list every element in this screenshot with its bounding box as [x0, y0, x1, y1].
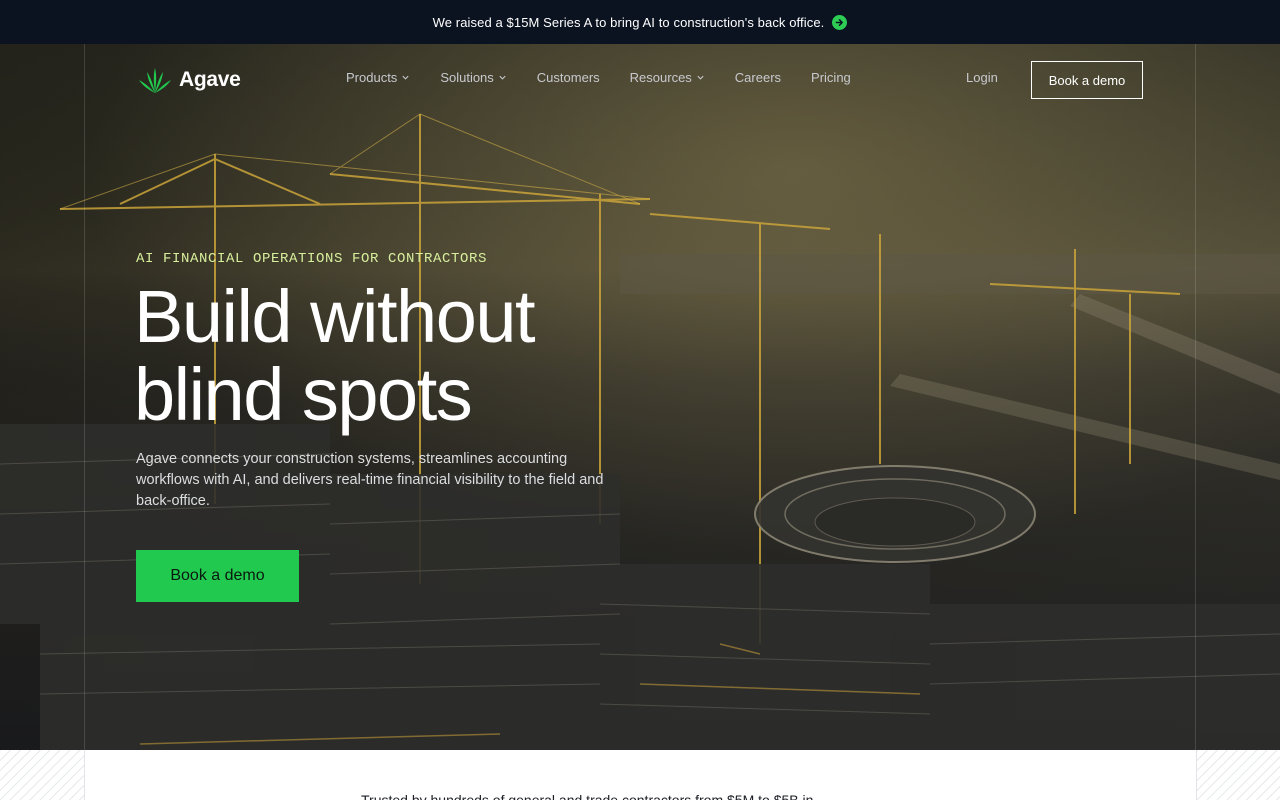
hero-subcopy: Agave connects your construction systems… — [136, 451, 604, 509]
nav-item-label: Careers — [734, 70, 782, 85]
headline-line-1: Build without — [134, 275, 536, 358]
announcement-bar[interactable]: We raised a $15M Series A to bring AI to… — [0, 0, 1280, 44]
chevron-down-icon — [499, 75, 506, 80]
guide-line-left — [84, 44, 85, 750]
agave-leaf-icon — [139, 68, 171, 93]
trusted-by-text: Trusted by hundreds of general and trade… — [361, 792, 814, 800]
nav-item-label: Resources — [629, 70, 692, 85]
hero-section: Agave Products Solutions Customers Resou… — [0, 44, 1280, 750]
guide-line-right — [1195, 44, 1196, 750]
login-link[interactable]: Login — [966, 70, 998, 85]
nav-item-label: Pricing — [811, 70, 851, 85]
chevron-down-icon — [697, 75, 704, 80]
nav-item-resources[interactable]: Resources — [630, 70, 705, 85]
nav-book-demo-button[interactable]: Book a demo — [1031, 61, 1143, 99]
trusted-section: Trusted by hundreds of general and trade… — [0, 750, 1280, 800]
nav-item-solutions[interactable]: Solutions — [440, 70, 506, 85]
hero-eyebrow: AI FINANCIAL OPERATIONS FOR CONTRACTORS — [136, 251, 488, 267]
nav-item-label: Products — [346, 70, 398, 85]
chevron-down-icon — [402, 75, 409, 80]
hatch-pattern-left — [0, 750, 85, 800]
hatch-pattern-right — [1196, 750, 1280, 800]
hero-book-demo-button[interactable]: Book a demo — [136, 550, 299, 602]
nav-item-pricing[interactable]: Pricing — [811, 70, 851, 85]
announcement-text[interactable]: We raised a $15M Series A to bring AI to… — [433, 15, 825, 30]
nav-item-products[interactable]: Products — [346, 70, 410, 85]
nav-item-careers[interactable]: Careers — [735, 70, 781, 85]
main-nav: Agave Products Solutions Customers Resou… — [0, 44, 1280, 116]
nav-item-label: Customers — [536, 70, 600, 85]
brand-logo[interactable]: Agave — [137, 66, 241, 94]
headline-line-2: blind spots — [134, 353, 473, 436]
nav-links: Products Solutions Customers Resources C… — [346, 70, 881, 85]
brand-name: Agave — [179, 68, 241, 91]
arrow-right-circle-icon[interactable] — [832, 14, 848, 30]
nav-item-customers[interactable]: Customers — [537, 70, 600, 85]
hero-headline: Build without blind spots — [134, 278, 694, 434]
nav-item-label: Solutions — [440, 70, 494, 85]
